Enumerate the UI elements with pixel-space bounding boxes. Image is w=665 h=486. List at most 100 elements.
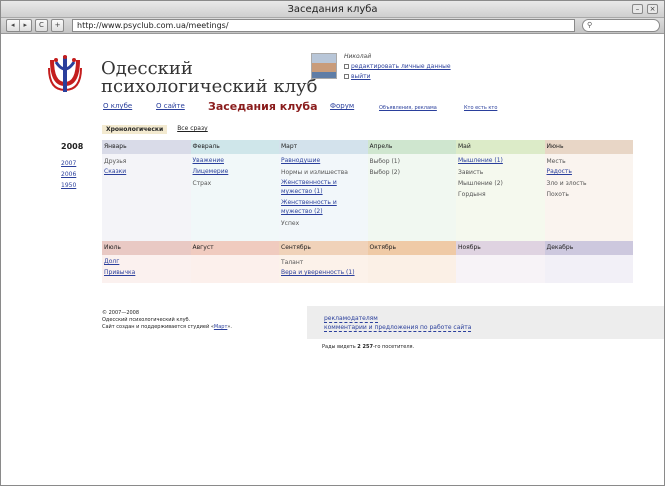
browser-toolbar: ◂ ▸ C + http://www.psyclub.com.ua/meetin… (1, 18, 664, 34)
month-header: Февраль (190, 140, 279, 154)
month-meetings: Друзья Сказки (102, 154, 191, 241)
month-meetings: Талант Вера и уверенность (1) (279, 255, 368, 283)
month-header: Июнь (544, 140, 633, 154)
tab-chronological[interactable]: Хронологически (102, 125, 168, 134)
club-logo-icon (48, 55, 82, 92)
meeting-title: Гордыня (458, 191, 486, 198)
view-tabs: Хронологически Все сразу (102, 125, 208, 134)
menu-who[interactable]: Кто есть кто (464, 105, 497, 111)
year-link[interactable]: 2007 (61, 158, 76, 169)
add-bookmark-button[interactable]: + (51, 19, 64, 32)
advertisers-link[interactable]: рекламодателям (324, 315, 378, 323)
meeting-link[interactable]: Женственность и мужество (1) (281, 178, 366, 196)
back-button[interactable]: ◂ (7, 20, 20, 31)
month-meetings: Равнодушие Нормы и излишества Женственност… (279, 154, 368, 241)
address-bar[interactable]: http://www.psyclub.com.ua/meetings/ (72, 19, 575, 32)
meeting-link[interactable]: Равнодушие (281, 156, 366, 165)
meeting-link[interactable]: Радость (547, 167, 632, 176)
year-list: 2007 2006 1950 (61, 158, 76, 191)
logout-icon (344, 74, 349, 79)
meeting-link[interactable]: Лицемерие (193, 167, 278, 176)
month-header-row: Январь Февраль Март Апрель Май Июнь (102, 140, 633, 154)
window-controls: – × (632, 4, 658, 14)
meeting-title: Мышление (2) (458, 180, 503, 187)
meeting-title: Друзья (104, 158, 127, 165)
nav-buttons: ◂ ▸ C + (6, 19, 64, 32)
reload-button[interactable]: C (35, 19, 48, 32)
feedback-link[interactable]: комментарии и предложения по работе сайт… (324, 324, 472, 332)
browser-window: Заседания клуба – × ◂ ▸ C + http://www.p… (0, 0, 665, 486)
menu-about[interactable]: О клубе (103, 102, 132, 110)
edit-profile-link[interactable]: редактировать личные данные (344, 63, 451, 70)
search-icon: ⚲ (587, 21, 593, 29)
edit-icon (344, 64, 349, 69)
month-meetings: Уважение Лицемерие Страх (190, 154, 279, 241)
month-meetings (544, 255, 633, 283)
month-content-row: Долг Привычка Талант Вера и уверенность (1) (102, 255, 633, 283)
close-button[interactable]: × (647, 4, 658, 14)
meeting-title: Зависть (458, 169, 484, 176)
month-header: Июль (102, 241, 191, 255)
month-meetings: Выбор (1) Выбор (2) (367, 154, 456, 241)
menu-forum[interactable]: Форум (330, 102, 354, 110)
year-link[interactable]: 1950 (61, 180, 76, 191)
tab-all[interactable]: Все сразу (177, 125, 208, 134)
page-content: Одесский психологический клуб Николай ре… (1, 36, 664, 485)
meetings-calendar: Январь Февраль Март Апрель Май Июнь Друзья Ска… (102, 140, 633, 283)
meeting-link[interactable]: Вера и уверенность (1) (281, 268, 366, 277)
meeting-title: Похоть (546, 191, 569, 198)
meeting-link[interactable]: Мышление (1) (458, 156, 543, 165)
month-meetings (190, 255, 279, 283)
meeting-link[interactable]: Уважение (193, 156, 278, 165)
month-content-row: Друзья Сказки Уважение Лицемерие Страх Равнод… (102, 154, 633, 241)
meeting-title: Талант (281, 259, 304, 266)
avatar (311, 53, 337, 79)
meeting-title: Месть (546, 158, 566, 165)
back-forward-group: ◂ ▸ (6, 19, 32, 32)
logout-link[interactable]: выйти (344, 73, 371, 80)
meeting-link[interactable]: Привычка (104, 268, 189, 277)
meeting-title: Выбор (2) (369, 169, 400, 176)
month-meetings: Месть Радость Зло и злость Похоть (544, 154, 633, 241)
meeting-title: Успех (281, 220, 300, 227)
month-meetings (456, 255, 545, 283)
menu-current-meetings: Заседания клуба (208, 100, 318, 113)
menu-ads[interactable]: Объявления, реклама (379, 105, 437, 111)
meeting-title: Зло и злость (546, 180, 587, 187)
meeting-link[interactable]: Долг (104, 257, 189, 266)
brand-title: Одесский психологический клуб (101, 60, 317, 96)
visitor-counter: Рады видеть 2 257-го посетителя. (322, 344, 415, 350)
copyright: © 2007—2008 (102, 310, 140, 316)
month-header: Май (456, 140, 545, 154)
studio-credit: Сайт создан и поддерживается студией «Ма… (102, 324, 233, 330)
month-meetings: Долг Привычка (102, 255, 191, 283)
meeting-link[interactable]: Женственность и мужество (2) (281, 198, 366, 216)
year-link[interactable]: 2006 (61, 169, 76, 180)
footer-info: © 2007—2008 Одесский психологический клу… (102, 310, 232, 331)
month-header: Март (279, 140, 368, 154)
user-name: Николай (344, 53, 372, 60)
studio-link[interactable]: Март (214, 324, 227, 330)
month-meetings: Мышление (1) Зависть Мышление (2) Гордыня (456, 154, 545, 241)
title-bar: Заседания клуба – × (1, 1, 664, 18)
month-header: Январь (102, 140, 191, 154)
window-title: Заседания клуба (287, 4, 378, 15)
meeting-title: Страх (192, 180, 212, 187)
search-field[interactable]: ⚲ (582, 19, 660, 32)
meeting-title: Нормы и излишества (281, 169, 348, 176)
month-header: Сентябрь (279, 241, 368, 255)
meeting-link[interactable]: Сказки (104, 167, 189, 176)
month-header: Апрель (367, 140, 456, 154)
menu-site[interactable]: О сайте (156, 102, 185, 110)
brand-line-2: психологический клуб (101, 76, 318, 97)
minimize-button[interactable]: – (632, 4, 643, 14)
month-meetings (367, 255, 456, 283)
month-header: Ноябрь (456, 241, 545, 255)
month-header: Декабрь (544, 241, 633, 255)
month-header: Октябрь (367, 241, 456, 255)
meeting-title: Выбор (1) (369, 158, 400, 165)
current-year: 2008 (61, 142, 84, 151)
forward-button[interactable]: ▸ (20, 20, 32, 31)
month-header-row: Июль Август Сентябрь Октябрь Ноябрь Декабрь (102, 241, 633, 255)
club-name: Одесский психологический клуб. (102, 317, 191, 323)
